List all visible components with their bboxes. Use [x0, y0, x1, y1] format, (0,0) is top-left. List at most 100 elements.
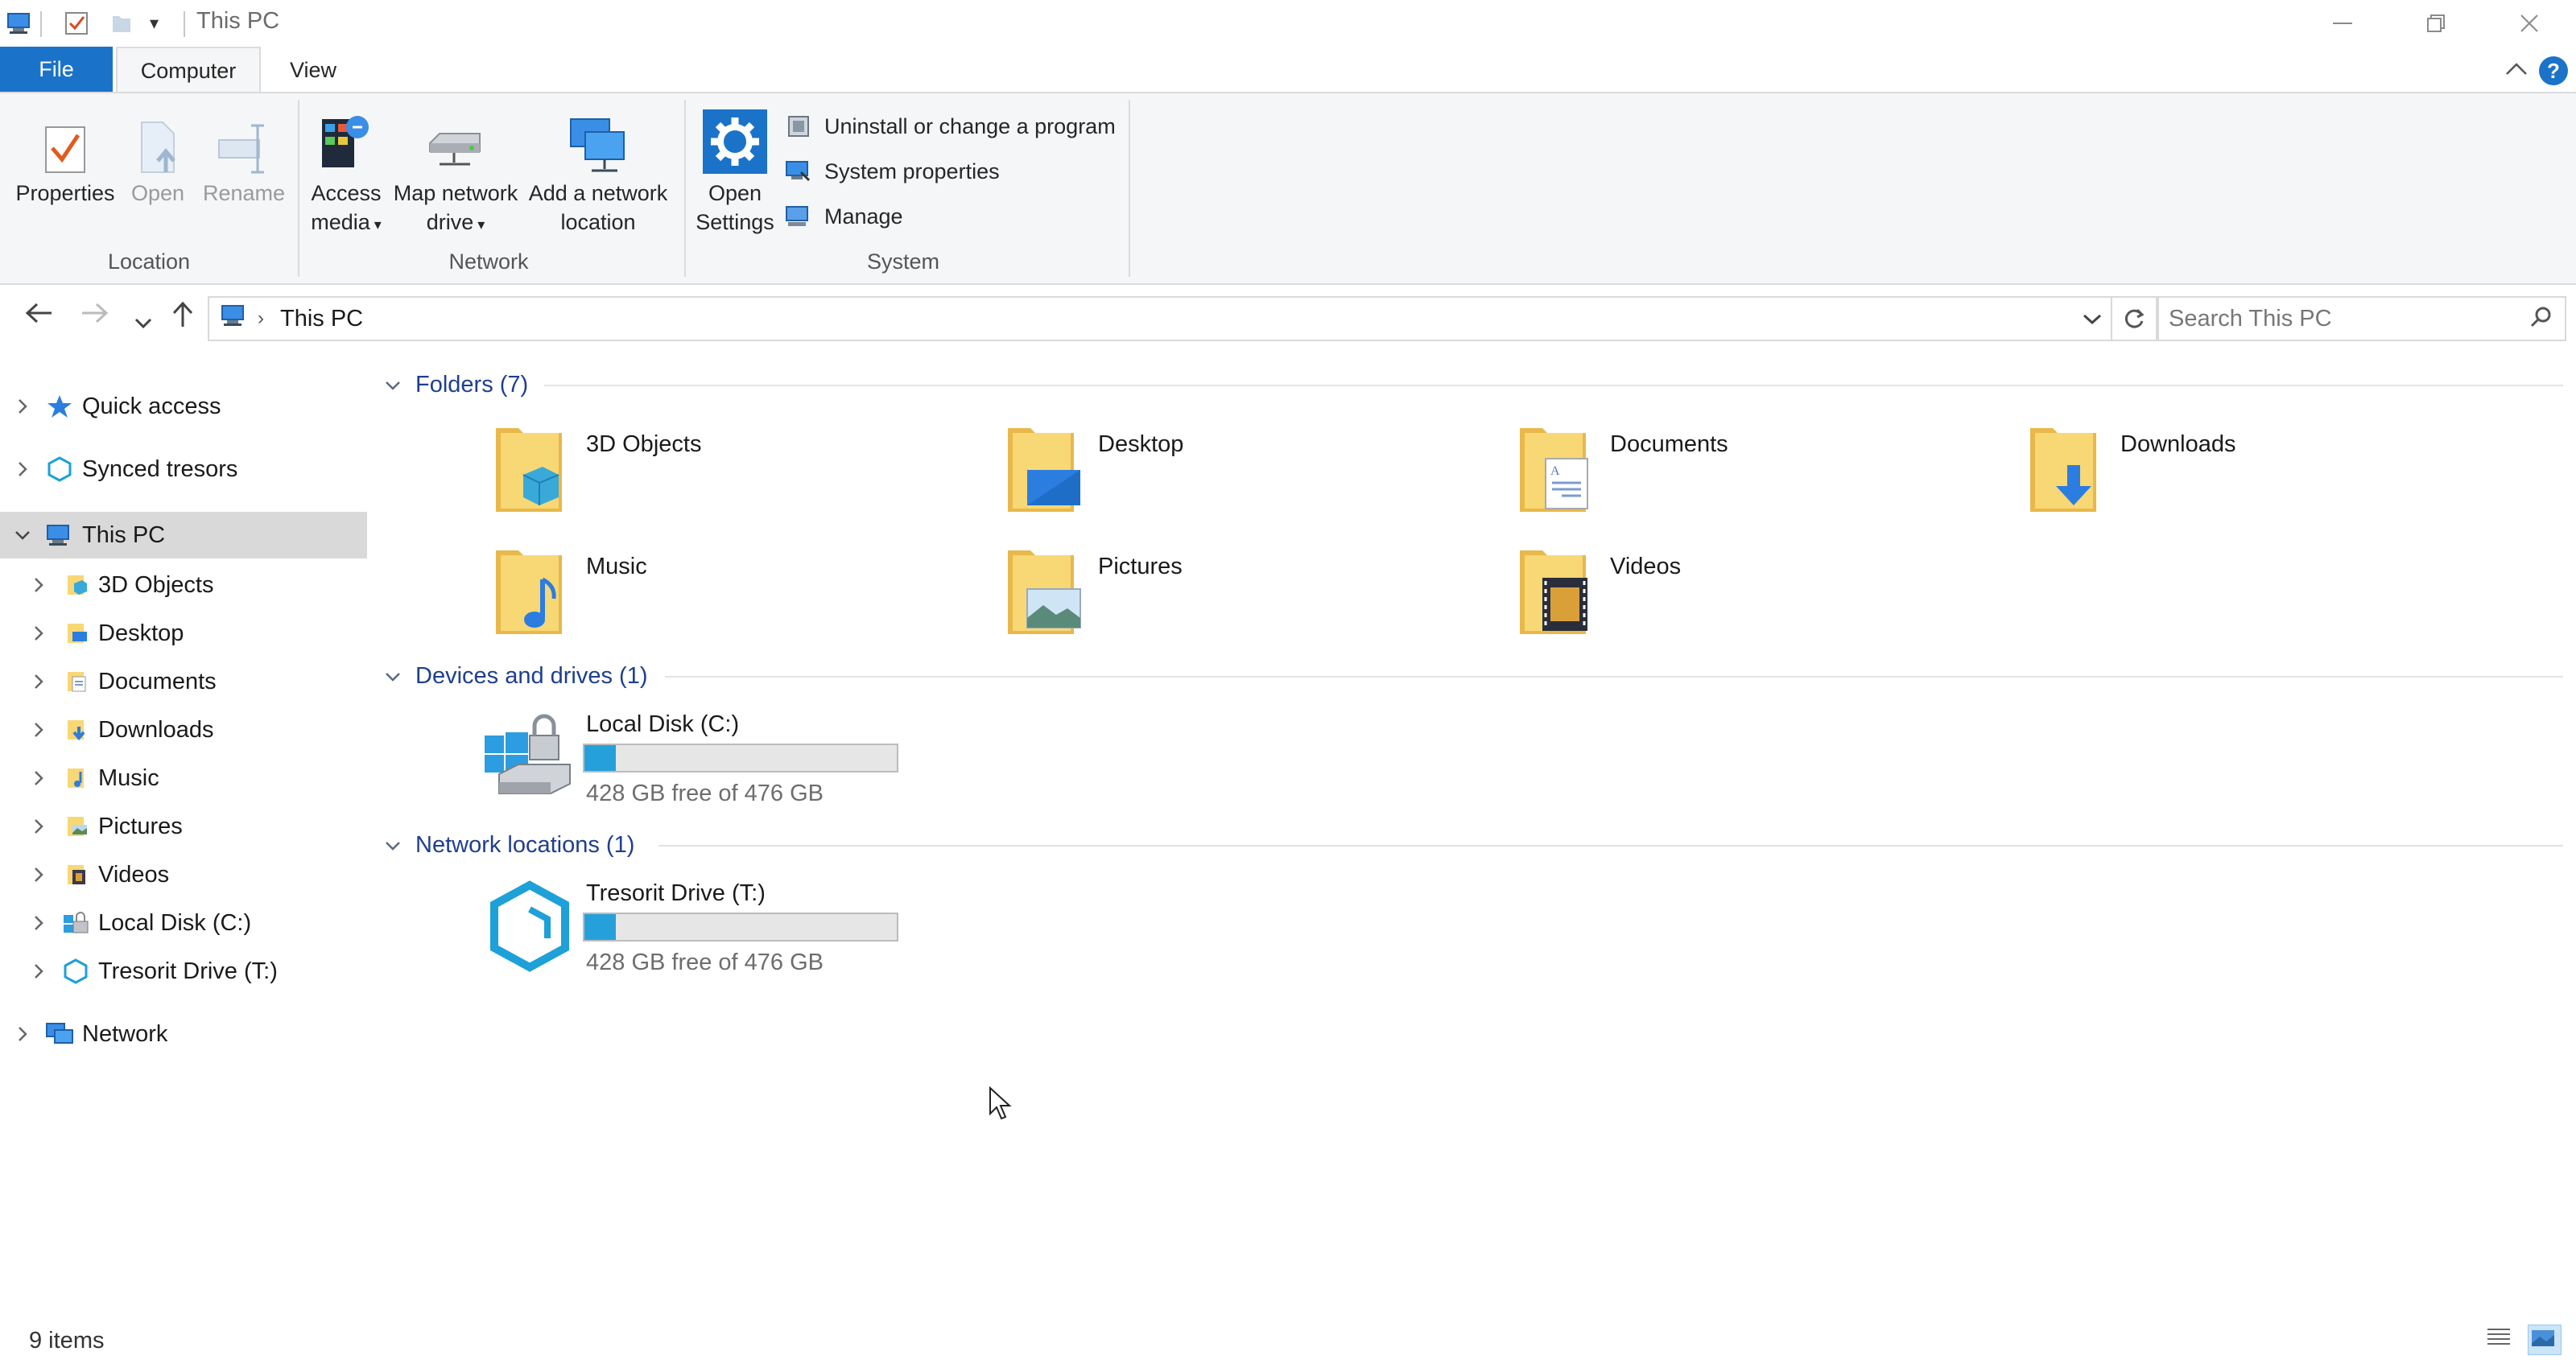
- videos-folder-icon: [61, 860, 90, 889]
- manage-button[interactable]: Manage: [784, 200, 903, 233]
- restore-icon[interactable]: [2389, 0, 2483, 47]
- item-count: 9 items: [29, 1328, 105, 1354]
- map-network-drive-button[interactable]: Map network drive ▾: [391, 108, 520, 239]
- music-folder-icon: [496, 550, 562, 634]
- tab-file[interactable]: File: [0, 47, 113, 92]
- section-collapse-chevron-icon[interactable]: [385, 665, 401, 686]
- properties-label: Properties: [15, 181, 115, 205]
- address-dropdown-icon[interactable]: [2082, 306, 2103, 332]
- network-section-header[interactable]: Network locations (1): [385, 827, 634, 863]
- drive-usage-fill: [584, 914, 616, 940]
- folder-label: Videos: [1610, 554, 1682, 579]
- search-input[interactable]: [2159, 304, 2516, 333]
- section-collapse-chevron-icon[interactable]: [385, 374, 401, 395]
- collapse-ribbon-icon[interactable]: [2505, 55, 2528, 82]
- expand-chevron-icon[interactable]: [8, 398, 37, 415]
- access-media-label-2: media: [311, 210, 370, 234]
- nav-item-music[interactable]: Music: [24, 755, 362, 801]
- ribbon: Properties Open Rename Location Access m…: [0, 92, 2576, 285]
- expand-chevron-icon[interactable]: [24, 673, 53, 690]
- folder-tile-desktop[interactable]: Desktop: [1003, 422, 1502, 534]
- folder-tile-pictures[interactable]: Pictures: [1003, 544, 1502, 657]
- folder-tile-documents[interactable]: A Documents: [1515, 422, 2014, 534]
- expand-chevron-icon[interactable]: [24, 576, 53, 594]
- open-button[interactable]: Open: [119, 108, 196, 208]
- forward-arrow-icon[interactable]: [80, 301, 109, 332]
- close-icon[interactable]: [2483, 0, 2576, 47]
- expand-chevron-icon[interactable]: [8, 1025, 37, 1043]
- tab-view[interactable]: View: [266, 47, 361, 93]
- folder-tile-3d-objects[interactable]: 3D Objects: [491, 422, 990, 534]
- network-group-label: Network: [448, 249, 529, 274]
- devices-section-header[interactable]: Devices and drives (1): [385, 658, 648, 694]
- nav-item-videos[interactable]: Videos: [24, 851, 362, 898]
- mouse-cursor-icon: [989, 1086, 1012, 1120]
- nav-item-label: Synced tresors: [82, 455, 238, 482]
- folder-label: Pictures: [1098, 554, 1183, 579]
- expand-chevron-icon[interactable]: [24, 769, 53, 787]
- nav-item-downloads[interactable]: Downloads: [24, 707, 362, 753]
- expand-chevron-icon[interactable]: [24, 818, 53, 835]
- folder-tile-music[interactable]: Music: [491, 544, 990, 657]
- nav-item-3d-objects[interactable]: 3D Objects: [24, 562, 362, 608]
- expand-chevron-icon[interactable]: [24, 624, 53, 642]
- collapse-chevron-icon[interactable]: [8, 529, 37, 541]
- expand-chevron-icon[interactable]: [8, 460, 37, 478]
- location-group-label: Location: [107, 249, 191, 274]
- uninstall-program-button[interactable]: Uninstall or change a program: [784, 109, 1116, 143]
- customize-toolbar-icon[interactable]: ▾: [150, 13, 159, 34]
- open-settings-button[interactable]: Open Settings: [691, 108, 779, 237]
- folder-label: Documents: [1610, 431, 1728, 457]
- large-icons-view-icon[interactable]: [2528, 1325, 2562, 1355]
- details-view-icon[interactable]: [2484, 1325, 2516, 1354]
- drive-tile-local-disk[interactable]: Local Disk (C:) 428 GB free of 476 GB: [483, 711, 982, 840]
- title-bar: ▾ This PC: [0, 0, 2576, 47]
- up-arrow-icon[interactable]: [171, 301, 195, 336]
- breadcrumb-chevron-icon[interactable]: ›: [258, 307, 264, 330]
- nav-item-documents[interactable]: Documents: [24, 658, 362, 705]
- help-icon[interactable]: ?: [2539, 56, 2568, 85]
- expand-chevron-icon[interactable]: [24, 721, 53, 739]
- nav-item-quick-access[interactable]: Quick access: [8, 383, 362, 430]
- access-media-label-1: Access: [311, 181, 382, 205]
- drive-tile-tresorit[interactable]: Tresorit Drive (T:) 428 GB free of 476 G…: [483, 880, 982, 1009]
- section-collapse-chevron-icon[interactable]: [385, 834, 401, 855]
- expand-chevron-icon[interactable]: [24, 914, 53, 932]
- folder-tile-downloads[interactable]: Downloads: [2025, 422, 2524, 534]
- breadcrumb-this-pc[interactable]: This PC: [280, 306, 363, 332]
- new-folder-quick-icon[interactable]: [109, 11, 134, 39]
- refresh-icon[interactable]: [2112, 296, 2157, 341]
- add-network-location-button[interactable]: Add a network location: [525, 108, 671, 237]
- group-divider: [1129, 100, 1130, 277]
- nav-item-this-pc[interactable]: This PC: [0, 512, 367, 558]
- properties-button[interactable]: Properties: [13, 108, 118, 208]
- drive-free-space: 428 GB free of 476 GB: [586, 781, 824, 806]
- folder-tile-videos[interactable]: Videos: [1515, 544, 2014, 657]
- expand-chevron-icon[interactable]: [24, 866, 53, 884]
- address-bar[interactable]: › This PC: [208, 296, 2112, 341]
- nav-item-desktop[interactable]: Desktop: [24, 610, 362, 657]
- folder-label: Music: [586, 554, 647, 579]
- properties-icon: [13, 108, 118, 175]
- nav-item-pictures[interactable]: Pictures: [24, 803, 362, 850]
- access-media-button[interactable]: Access media ▾: [304, 108, 388, 239]
- minimize-icon[interactable]: [2296, 0, 2389, 47]
- back-arrow-icon[interactable]: [24, 301, 53, 332]
- expand-chevron-icon[interactable]: [24, 962, 53, 980]
- search-box[interactable]: [2157, 296, 2566, 341]
- desktop-folder-icon: [61, 619, 90, 648]
- search-icon[interactable]: [2529, 305, 2553, 333]
- tab-computer[interactable]: Computer: [116, 47, 261, 93]
- nav-item-label: Local Disk (C:): [98, 909, 252, 936]
- folder-label: Downloads: [2120, 431, 2236, 457]
- properties-quick-icon[interactable]: [64, 11, 89, 39]
- rename-button[interactable]: Rename: [198, 108, 290, 208]
- nav-item-tresorit-drive[interactable]: Tresorit Drive (T:): [24, 948, 362, 995]
- recent-locations-chevron-icon[interactable]: [134, 306, 153, 337]
- rename-icon: [198, 108, 290, 175]
- nav-item-local-disk[interactable]: Local Disk (C:): [24, 900, 362, 946]
- folders-section-header[interactable]: Folders (7): [385, 367, 528, 402]
- nav-item-synced-tresors[interactable]: Synced tresors: [8, 446, 362, 492]
- nav-item-network[interactable]: Network: [8, 1011, 362, 1057]
- system-properties-button[interactable]: System properties: [784, 155, 1000, 188]
